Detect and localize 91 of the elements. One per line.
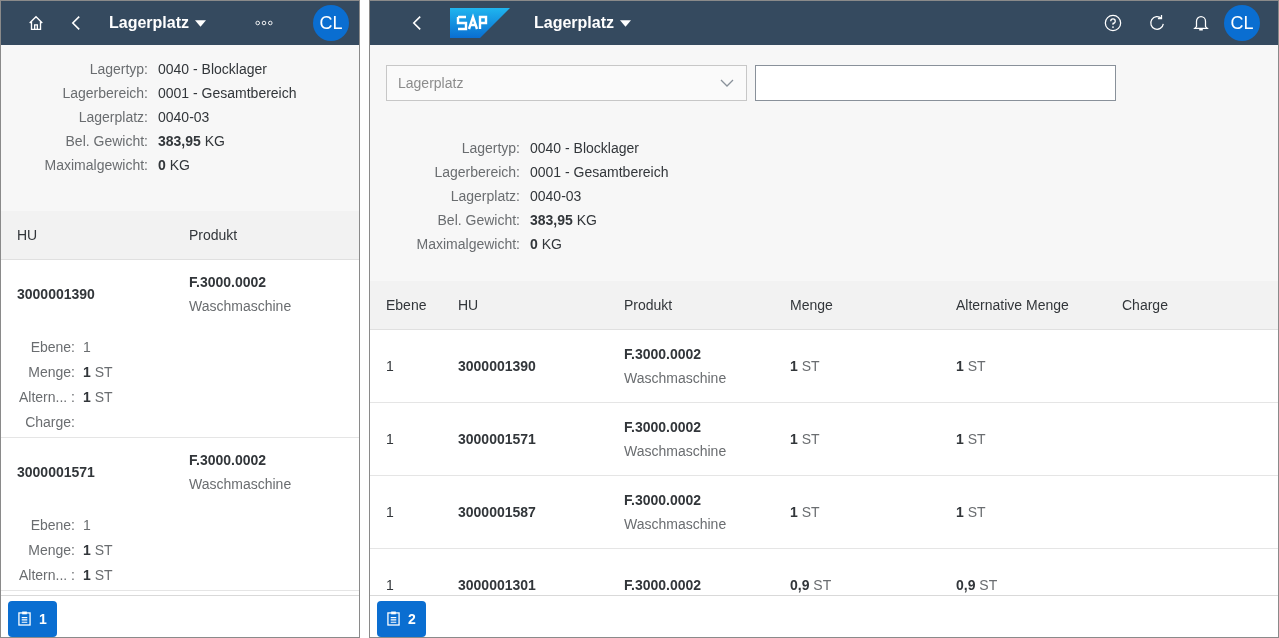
hu-number: 3000001301 bbox=[458, 577, 537, 593]
info-value: 0040 - Blocklager bbox=[530, 139, 639, 157]
clipboard-count-button[interactable]: 2 bbox=[377, 600, 426, 637]
product-number: F.3000.0002 bbox=[624, 419, 703, 435]
attribute-value: 1 ST bbox=[83, 541, 113, 559]
product-name: Waschmaschine bbox=[624, 443, 728, 459]
input-field[interactable] bbox=[755, 65, 1116, 101]
logo-icon bbox=[450, 8, 510, 38]
info-value: 0040-03 bbox=[530, 187, 582, 205]
attribute-value: 1 bbox=[83, 338, 91, 356]
storage-bin-select[interactable]: Lagerplatz bbox=[386, 65, 747, 101]
info-label: Maximalgewicht: bbox=[415, 235, 520, 253]
attribute-value: 1 ST bbox=[83, 388, 113, 406]
product-number: F.3000.0002 bbox=[189, 452, 268, 468]
info-label: Maximalgewicht: bbox=[43, 156, 148, 174]
caret-icon[interactable] bbox=[195, 19, 206, 27]
info-value: 383,95 KG bbox=[158, 132, 225, 150]
app-title[interactable]: Lagerplatz bbox=[109, 14, 189, 32]
info-value: 0 KG bbox=[530, 235, 562, 253]
clipboard-icon bbox=[18, 611, 31, 626]
chevron-down-icon bbox=[720, 79, 734, 87]
app-title[interactable]: Lagerplatz bbox=[534, 14, 614, 32]
attribute-label: Altern... : bbox=[17, 388, 75, 406]
notification-icon[interactable] bbox=[1192, 14, 1210, 32]
quantity-cell-text: 0,9 ST bbox=[790, 577, 833, 593]
hu-number: 3000001571 bbox=[17, 464, 96, 480]
column-header: Charge bbox=[1122, 297, 1169, 313]
info-label: Lagertyp: bbox=[88, 60, 148, 78]
clipboard-icon bbox=[387, 611, 400, 626]
attribute-label: Menge: bbox=[27, 541, 75, 559]
attribute-value: 1 ST bbox=[83, 566, 113, 584]
caret-icon[interactable] bbox=[620, 19, 631, 27]
product-number: F.3000.0002 bbox=[624, 577, 703, 593]
column-header: HU bbox=[17, 227, 39, 243]
hu-number: 3000001390 bbox=[17, 286, 96, 302]
info-label: Lagerplatz: bbox=[449, 187, 520, 205]
info-label: Lagerbereich: bbox=[61, 84, 148, 102]
attribute-value: 1 bbox=[83, 516, 91, 534]
attribute-label: Altern... : bbox=[17, 566, 75, 584]
quantity-cell-text: 1 ST bbox=[956, 504, 987, 520]
product-number: F.3000.0002 bbox=[624, 492, 703, 508]
attribute-value: 1 ST bbox=[83, 363, 113, 381]
info-value: 383,95 KG bbox=[530, 211, 597, 229]
info-value: 0001 - Gesamtbereich bbox=[530, 163, 669, 181]
product-number: F.3000.0002 bbox=[624, 346, 703, 362]
quantity-cell-text: 1 ST bbox=[956, 358, 987, 374]
product-name: Waschmaschine bbox=[189, 298, 292, 314]
table-cell-text: 1 bbox=[386, 358, 395, 374]
attribute-label: Menge: bbox=[27, 363, 75, 381]
info-label: Lagertyp: bbox=[460, 139, 520, 157]
help-icon[interactable] bbox=[1104, 14, 1122, 32]
user-avatar[interactable]: CL bbox=[1224, 5, 1260, 41]
product-name: Waschmaschine bbox=[624, 516, 728, 532]
column-header: HU bbox=[458, 297, 480, 313]
quantity-cell-text: 1 ST bbox=[790, 431, 821, 447]
more-icon[interactable] bbox=[255, 20, 273, 26]
quantity-cell-text: 1 ST bbox=[790, 358, 821, 374]
attribute-label: Ebene: bbox=[29, 516, 75, 534]
quantity-cell-text: 1 ST bbox=[790, 504, 821, 520]
table-cell-text: 1 bbox=[386, 504, 395, 520]
info-value: 0 KG bbox=[158, 156, 190, 174]
info-label: Lagerbereich: bbox=[433, 163, 520, 181]
info-value: 0001 - Gesamtbereich bbox=[158, 84, 297, 102]
attribute-label: Ebene: bbox=[29, 338, 75, 356]
back-icon[interactable] bbox=[71, 15, 81, 31]
column-header: Alternative Menge bbox=[956, 297, 1070, 313]
column-header: Produkt bbox=[624, 297, 674, 313]
info-label: Bel. Gewicht: bbox=[64, 132, 148, 150]
hu-number: 3000001571 bbox=[458, 431, 537, 447]
quantity-cell-text: 1 ST bbox=[956, 431, 987, 447]
info-value: 0040-03 bbox=[158, 108, 210, 126]
clipboard-count-button[interactable]: 1 bbox=[8, 600, 57, 637]
table-cell-text: 1 bbox=[386, 431, 395, 447]
column-header: Menge bbox=[790, 297, 834, 313]
hu-number: 3000001390 bbox=[458, 358, 537, 374]
home-icon[interactable] bbox=[27, 14, 45, 32]
product-name: Waschmaschine bbox=[624, 370, 728, 386]
back-icon[interactable] bbox=[412, 15, 422, 31]
info-value: 0040 - Blocklager bbox=[158, 60, 267, 78]
user-avatar[interactable]: CL bbox=[313, 5, 349, 41]
column-header: Ebene bbox=[386, 297, 428, 313]
quantity-cell-text: 0,9 ST bbox=[956, 577, 999, 593]
column-header: Produkt bbox=[189, 227, 238, 243]
refresh-icon[interactable] bbox=[1148, 14, 1166, 32]
info-label: Lagerplatz: bbox=[77, 108, 148, 126]
product-number: F.3000.0002 bbox=[189, 274, 268, 290]
info-label: Bel. Gewicht: bbox=[436, 211, 520, 229]
table-cell-text: 1 bbox=[386, 577, 395, 593]
hu-number: 3000001587 bbox=[458, 504, 537, 520]
attribute-label: Charge: bbox=[24, 413, 75, 431]
product-name: Waschmaschine bbox=[189, 476, 292, 492]
